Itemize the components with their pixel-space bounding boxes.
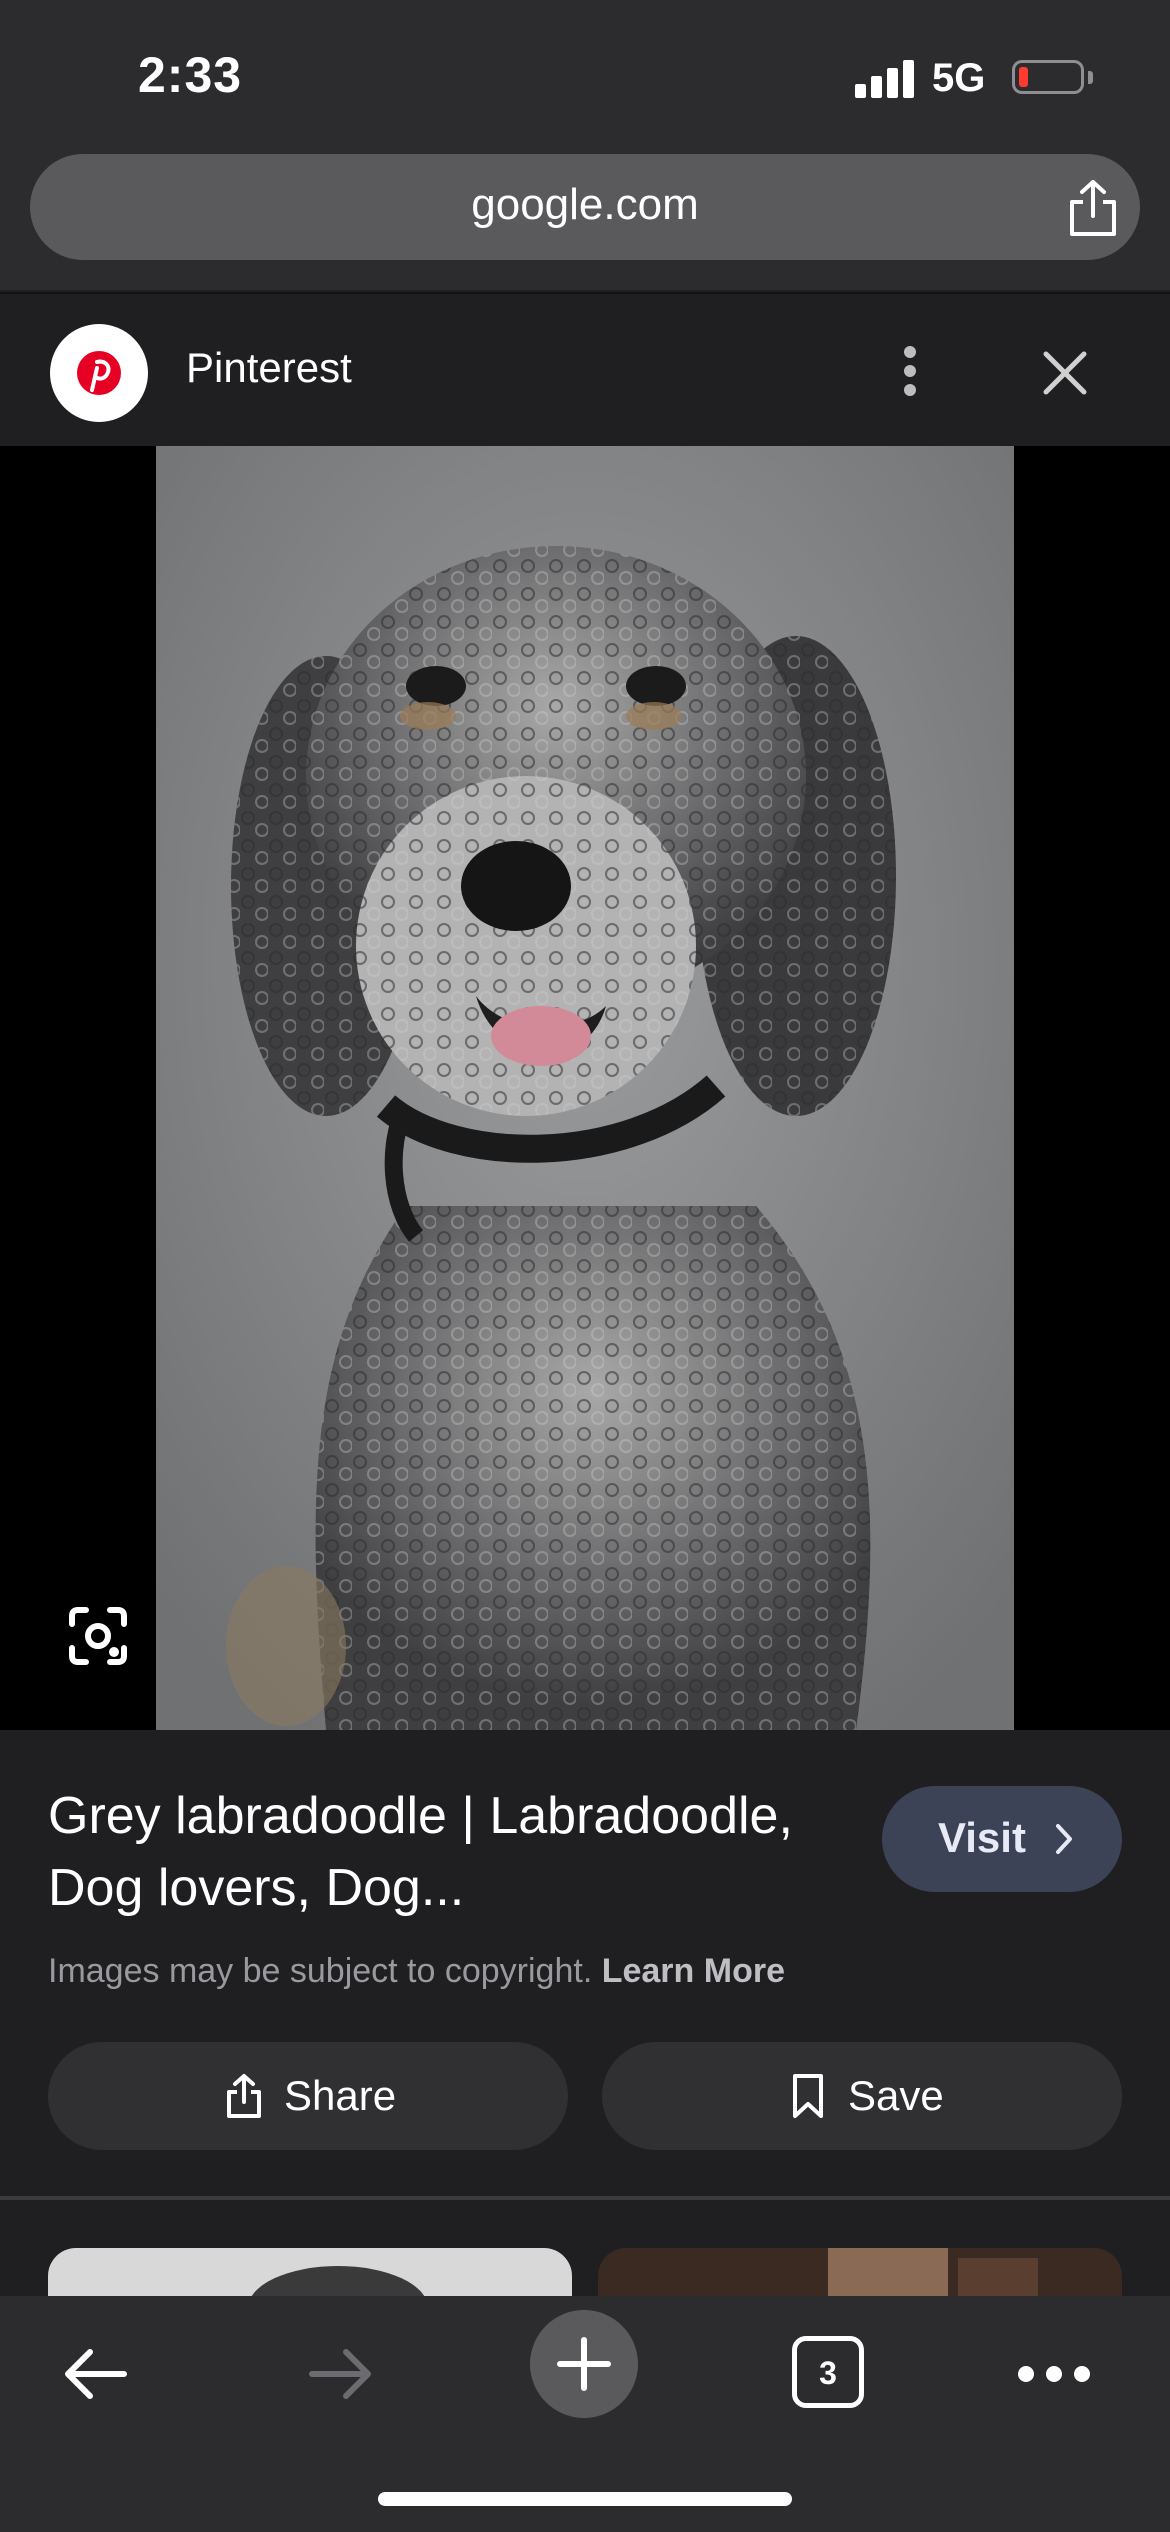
copyright-notice: Images may be subject to copyright. Lear… [48,1952,785,1991]
learn-more-link[interactable]: Learn More [602,1952,785,1990]
battery-level [1019,67,1028,87]
share-icon[interactable] [1064,178,1122,238]
save-label: Save [848,2072,944,2119]
forward-arrow-icon[interactable] [302,2336,378,2412]
result-title[interactable]: Grey labradoodle | Labradoodle, Dog love… [48,1780,848,1924]
battery-icon [1012,60,1084,94]
url-text[interactable]: google.com [30,180,1140,230]
new-tab-button[interactable] [530,2310,638,2418]
address-bar[interactable]: google.com [30,154,1140,260]
plus-icon [557,2337,611,2391]
back-arrow-icon[interactable] [58,2336,134,2412]
close-icon[interactable] [1040,348,1090,398]
source-header: Pinterest [0,292,1170,446]
more-vertical-icon[interactable] [890,336,930,406]
result-info-panel: Grey labradoodle | Labradoodle, Dog love… [0,1730,1170,2200]
address-area: google.com [0,150,1170,290]
status-bar: 2:33 5G [0,0,1170,150]
home-indicator [378,2492,792,2506]
copyright-text: Images may be subject to copyright. [48,1952,593,1990]
network-type: 5G [932,56,986,100]
tabs-button[interactable]: 3 [792,2336,864,2408]
dog-photo[interactable] [156,446,1014,1730]
browser-page: 2:33 5G google.com Pinterest Grey labrad… [0,0,1170,2532]
source-name[interactable]: Pinterest [186,344,352,392]
pinterest-logo-icon[interactable] [50,324,148,422]
battery-cap [1088,71,1093,84]
section-divider [0,2196,1170,2200]
cellular-signal-icon [855,58,915,98]
chevron-right-icon [1056,1824,1072,1854]
tab-count: 3 [819,2355,837,2391]
share-button[interactable]: Share [48,2042,568,2150]
bookmark-icon [793,2074,823,2118]
more-horizontal-icon[interactable] [1014,2346,1094,2402]
share-icon [227,2074,261,2118]
google-lens-icon[interactable] [62,1600,134,1672]
image-viewer[interactable] [0,446,1170,1730]
visit-label: Visit [938,1814,1026,1861]
share-label: Share [284,2072,397,2119]
save-button[interactable]: Save [602,2042,1122,2150]
status-time: 2:33 [138,47,243,103]
visit-button[interactable]: Visit [882,1786,1122,1892]
